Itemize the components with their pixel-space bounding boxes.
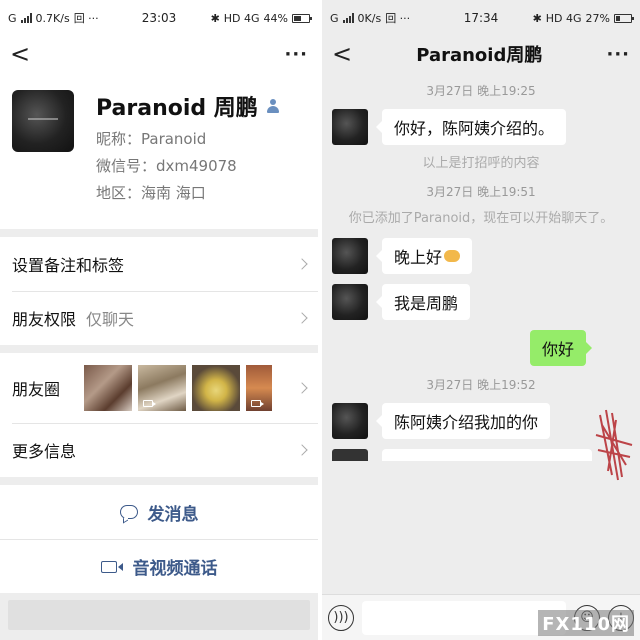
chat-nav: < Paranoid周鹏 ··· <box>322 36 640 72</box>
network-type: HD 4G <box>223 11 260 25</box>
remark-tags-row[interactable]: 设置备注和标签 <box>0 237 318 291</box>
moments-label: 朋友圈 <box>12 380 61 399</box>
status-extra: 回 ··· <box>385 12 411 25</box>
contact-profile-screen: G 0.7K/s 回 ··· 23:03 ✱ HD 4G 44% < ··· P… <box>0 0 318 640</box>
more-info-label: 更多信息 <box>12 442 77 461</box>
system-notice: 你已添加了Paranoid，现在可以开始聊天了。 <box>348 211 614 226</box>
avatar[interactable] <box>332 109 368 145</box>
chevron-right-icon <box>296 382 308 394</box>
video-icon <box>143 400 157 407</box>
permission-value: 仅聊天 <box>86 310 135 329</box>
top-nav: < ··· <box>0 36 318 72</box>
status-bar: G 0.7K/s 回 ··· 23:03 ✱ HD 4G 44% <box>0 0 318 36</box>
avatar[interactable] <box>12 90 74 152</box>
avatar <box>332 449 368 461</box>
signal-label: G <box>8 11 17 25</box>
red-scribble-mark <box>595 409 633 481</box>
battery-percent: 27% <box>585 11 610 25</box>
friend-permission-row[interactable]: 朋友权限 仅聊天 <box>0 291 318 345</box>
message-bubble[interactable]: 陈阿姨介绍我加的你 <box>375 403 551 439</box>
signal-icon <box>342 13 354 23</box>
message-text: 你好 <box>541 340 574 359</box>
moments-thumbnail <box>192 365 241 411</box>
message-input[interactable] <box>362 600 566 635</box>
avatar[interactable] <box>332 403 368 439</box>
timestamp: 3月27日 晚上19:51 <box>426 185 536 199</box>
send-message-label: 发消息 <box>147 504 199 525</box>
moments-thumbnail <box>246 365 273 411</box>
battery-percent: 44% <box>263 11 288 25</box>
message-incoming: 我是周鹏 <box>322 284 640 320</box>
bluetooth-icon: ✱ <box>532 11 542 25</box>
permission-label: 朋友权限 <box>12 310 77 329</box>
watermark: FX110网 <box>538 610 634 636</box>
message-incoming: 你好，陈阿姨介绍的。 <box>322 109 640 145</box>
message-bubble[interactable]: 晚上好 <box>375 238 473 274</box>
status-extra: 回 ··· <box>73 12 99 25</box>
chat-bubble-icon <box>119 505 138 519</box>
wechat-id: 微信号：dxm49078 <box>96 157 237 175</box>
avatar[interactable] <box>332 284 368 320</box>
chat-title: Paranoid周鹏 <box>416 45 543 66</box>
back-icon[interactable]: < <box>10 42 30 66</box>
system-notice: 以上是打招呼的内容 <box>422 156 540 171</box>
clock: 23:03 <box>141 11 177 25</box>
message-incoming: 晚上好 <box>322 238 640 274</box>
clock: 17:34 <box>463 11 499 25</box>
handshake-emoji-icon <box>444 250 461 262</box>
more-info-row[interactable]: 更多信息 <box>0 423 318 477</box>
avatar[interactable] <box>332 238 368 274</box>
remark-tags-label: 设置备注和标签 <box>12 256 125 275</box>
back-icon[interactable]: < <box>332 42 352 66</box>
profile-card: G 0.7K/s 回 ··· 23:03 ✱ HD 4G 44% < ··· P… <box>0 0 318 229</box>
more-options-icon[interactable]: ··· <box>284 44 308 65</box>
timestamp: 3月27日 晚上19:52 <box>426 378 536 392</box>
message-text: 你好，陈阿姨介绍的。 <box>394 119 555 138</box>
chevron-right-icon <box>296 444 308 456</box>
timestamp: 3月27日 晚上19:25 <box>426 84 536 98</box>
video-call-label: 音视频通话 <box>132 559 218 579</box>
network-type: HD 4G <box>545 11 582 25</box>
nickname: 昵称：Paranoid <box>96 130 207 148</box>
battery-icon <box>292 13 312 23</box>
more-options-icon[interactable]: ··· <box>606 44 630 65</box>
send-message-button[interactable]: 发消息 <box>0 485 318 539</box>
video-icon <box>251 400 265 407</box>
message-text: 我是周鹏 <box>394 294 459 313</box>
person-icon <box>266 99 280 113</box>
network-speed: 0K/s <box>357 11 382 25</box>
profile-info: Paranoid 周鹏 昵称：Paranoid 微信号：dxm49078 地区：… <box>0 72 318 229</box>
message-bubble[interactable]: 我是周鹏 <box>375 284 471 320</box>
message-bubble <box>382 449 592 461</box>
video-camera-icon <box>100 560 123 573</box>
battery-icon <box>614 13 634 23</box>
signal-label: G <box>330 11 339 25</box>
moments-thumbnails <box>84 365 273 411</box>
message-outgoing: 你好 <box>322 330 640 366</box>
menu-group-settings: 设置备注和标签 朋友权限 仅聊天 <box>0 237 318 345</box>
bottom-placeholder-bar <box>8 600 310 630</box>
region: 地区：海南 海口 <box>96 184 206 202</box>
moments-row[interactable]: 朋友圈 <box>0 353 318 423</box>
chevron-right-icon <box>296 312 308 324</box>
moments-thumbnail <box>138 365 187 411</box>
signal-icon <box>20 13 32 23</box>
video-call-button[interactable]: 音视频通话 <box>0 539 318 593</box>
status-bar: G 0K/s 回 ··· 17:34 ✱ HD 4G 27% <box>322 0 640 36</box>
bluetooth-icon: ✱ <box>210 11 220 25</box>
chat-screen: G 0K/s 回 ··· 17:34 ✱ HD 4G 27% < Paranoi… <box>322 0 640 640</box>
chevron-right-icon <box>296 258 308 270</box>
message-bubble[interactable]: 你好，陈阿姨介绍的。 <box>375 109 567 145</box>
message-text: 陈阿姨介绍我加的你 <box>394 413 539 432</box>
voice-icon[interactable]: ))) <box>328 604 354 631</box>
display-name: Paranoid 周鹏 <box>96 96 258 121</box>
message-text: 晚上好 <box>394 248 443 267</box>
network-speed: 0.7K/s <box>35 11 70 25</box>
menu-group-info: 朋友圈 更多信息 <box>0 353 318 477</box>
moments-thumbnail <box>84 365 133 411</box>
message-bubble[interactable]: 你好 <box>529 330 593 366</box>
